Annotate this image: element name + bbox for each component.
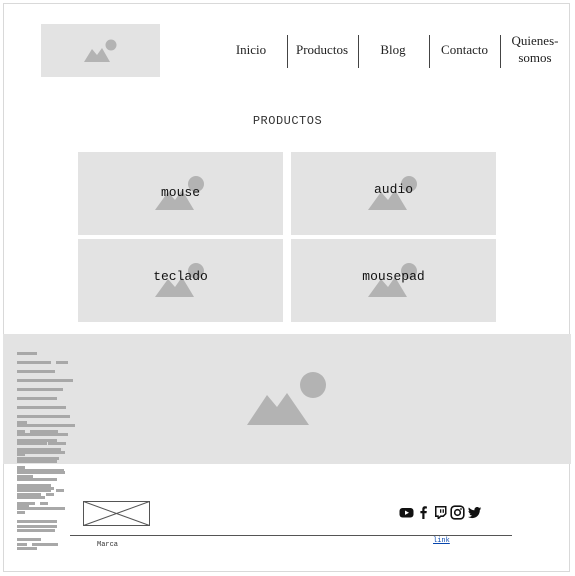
products-title: PRODUCTOS [252, 114, 323, 128]
image-placeholder-icon [84, 39, 117, 62]
facebook-icon[interactable] [416, 505, 431, 520]
footer-logo-placeholder [83, 501, 150, 526]
nav-divider [429, 35, 430, 68]
image-placeholder-icon [247, 372, 326, 425]
info-banner [3, 334, 571, 550]
product-card-label: audio [373, 182, 413, 197]
nav-inicio[interactable]: Inicio [228, 30, 274, 68]
nav-divider [287, 35, 288, 68]
product-card-mousepad[interactable]: mousepad [291, 239, 496, 322]
footer-link[interactable]: link [433, 537, 450, 545]
nav-divider [358, 35, 359, 68]
nav-contacto[interactable]: Contacto [437, 30, 492, 68]
footer-divider [70, 535, 512, 536]
product-card-teclado[interactable]: teclado [78, 239, 283, 322]
product-card-mouse[interactable]: mouse [78, 152, 283, 235]
social-links [399, 505, 482, 520]
nav-quienes-somos[interactable]: Quienes- somos [506, 30, 564, 68]
twitch-icon[interactable] [433, 505, 448, 520]
youtube-icon[interactable] [399, 505, 414, 520]
nav-blog[interactable]: Blog [368, 30, 418, 68]
twitter-icon[interactable] [467, 505, 482, 520]
product-card-label: mousepad [362, 269, 425, 284]
product-card-audio[interactable]: audio [291, 152, 496, 235]
instagram-icon[interactable] [450, 505, 465, 520]
product-card-label: teclado [153, 269, 208, 284]
logo-placeholder[interactable] [41, 24, 160, 77]
nav-productos[interactable]: Productos [293, 30, 351, 68]
nav-divider [500, 35, 501, 68]
product-card-label: mouse [160, 185, 200, 200]
footer-brand: Marca [97, 541, 119, 549]
